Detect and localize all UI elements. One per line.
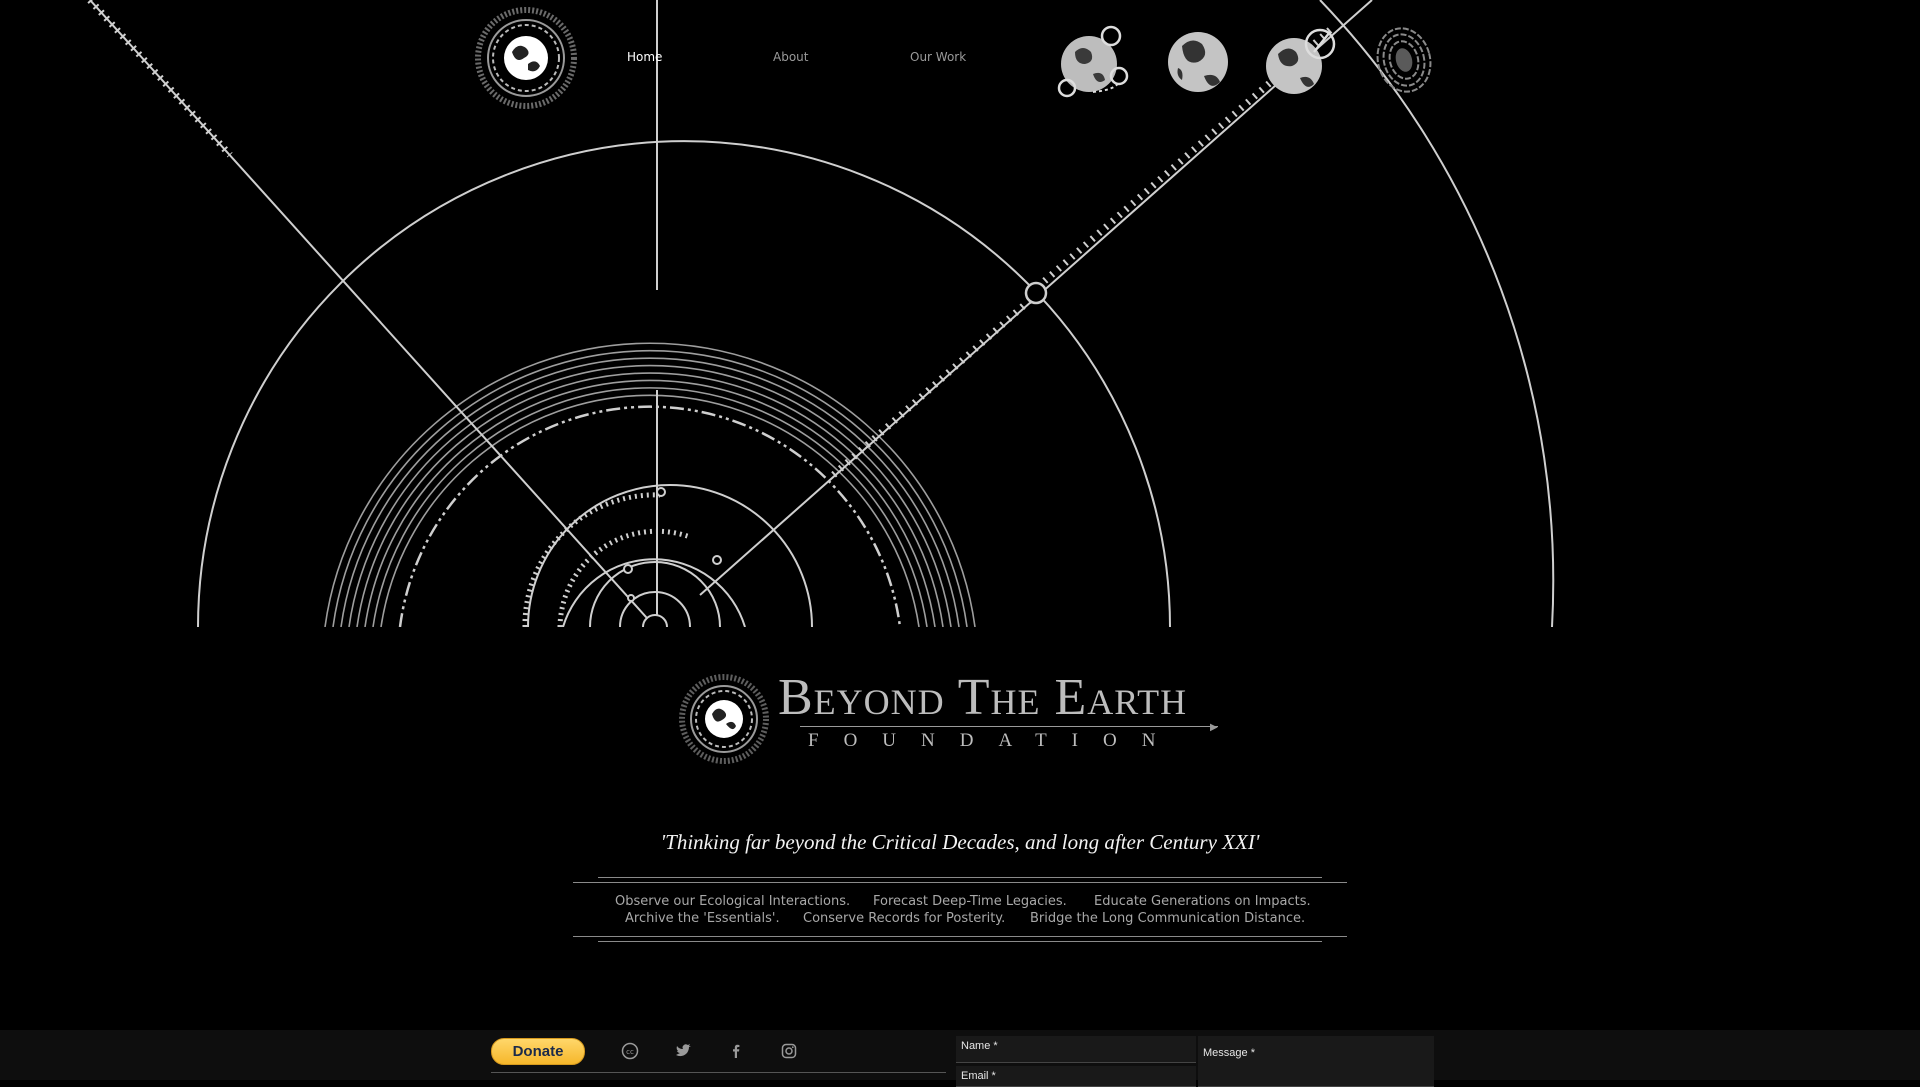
- divider: [573, 936, 1347, 937]
- brand-underline: [800, 726, 1218, 727]
- name-field[interactable]: Name *: [956, 1036, 1196, 1063]
- instagram-icon[interactable]: [780, 1042, 798, 1060]
- globe-fingerprint-icon[interactable]: [1364, 22, 1444, 102]
- nav-about[interactable]: About: [773, 50, 808, 64]
- mission-item: Conserve Records for Posterity.: [803, 911, 1006, 926]
- orbital-diagram: [87, 0, 1555, 627]
- creative-commons-icon[interactable]: cc: [621, 1042, 639, 1060]
- mission-item: Archive the 'Essentials'.: [625, 911, 780, 926]
- nav-our-work[interactable]: Our Work: [910, 50, 966, 64]
- globe-icon[interactable]: [1160, 22, 1240, 102]
- tagline: 'Thinking far beyond the Critical Decade…: [660, 830, 1260, 854]
- email-field-label: Email *: [961, 1070, 996, 1082]
- footer-divider: [491, 1072, 946, 1073]
- mission-item: Forecast Deep-Time Legacies.: [873, 894, 1067, 909]
- mission-item: Observe our Ecological Interactions.: [615, 894, 851, 909]
- divider: [598, 877, 1322, 878]
- message-field[interactable]: Message *: [1198, 1036, 1434, 1087]
- twitter-icon[interactable]: [674, 1042, 692, 1060]
- brand-title: Beyond The Earth: [778, 669, 1188, 726]
- svg-text:cc: cc: [626, 1048, 634, 1056]
- foundation-logo-icon[interactable]: [474, 6, 578, 110]
- nav-home[interactable]: Home: [627, 50, 662, 64]
- email-field[interactable]: Email *: [956, 1066, 1196, 1087]
- divider: [573, 882, 1347, 883]
- facebook-icon[interactable]: [727, 1042, 745, 1060]
- mission-item: Bridge the Long Communication Distance.: [1030, 911, 1306, 926]
- globe-pen-icon[interactable]: [1262, 22, 1342, 102]
- message-field-label: Message *: [1203, 1047, 1255, 1059]
- globe-network-icon[interactable]: [1053, 22, 1133, 102]
- name-field-label: Name *: [961, 1040, 998, 1052]
- brand-emblem-icon: [679, 674, 769, 764]
- mission-item: Educate Generations on Impacts.: [1094, 894, 1311, 909]
- brand-subtitle: FOUNDATION: [808, 730, 1181, 751]
- donate-button[interactable]: Donate: [491, 1038, 585, 1065]
- divider: [598, 941, 1322, 942]
